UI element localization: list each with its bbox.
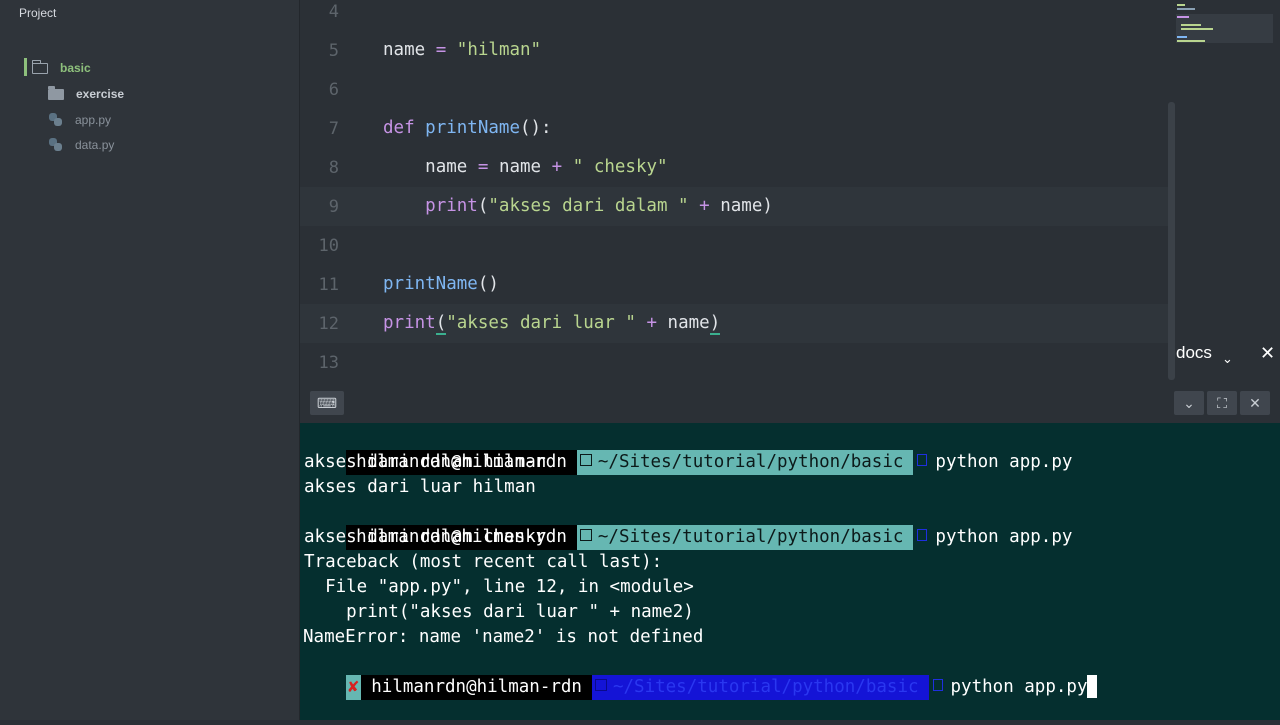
prompt-command: python app.py [935,452,1073,472]
code-line: 13 [300,343,1168,382]
terminal-output-line: akses dari luar hilman [304,477,536,497]
close-icon[interactable]: ✕ [1240,391,1270,415]
docs-label: docs [1176,343,1212,362]
code-text: def printName(): [383,118,552,138]
chevron-down-icon[interactable]: ⌄ [1222,351,1233,367]
terminal-toolbar: ⌨ ⌄ ⛶ ✕ [300,383,1280,423]
line-number: 8 [328,158,339,178]
sidebar-title: Project [19,6,57,20]
python-file-icon [49,138,63,152]
segment-separator-icon [932,679,943,691]
terminal-prompt-line: hilmanrdn@hilman-rdn ~/Sites/tutorial/pyt… [304,425,1072,475]
code-editor[interactable]: 4 5 name = "hilman" 6 7 def printName():… [300,0,1168,383]
minimap[interactable] [1175,0,1280,383]
code-text: printName() [383,274,499,294]
project-sidebar: Project basic exercise app.py data.py [0,0,300,720]
line-number: 6 [328,80,339,100]
tree-item-label: app.py [75,113,112,127]
terminal-output-line: akses dari dalam hilman [304,452,547,472]
code-line-current: 12 print("akses dari luar " + name) [300,304,1168,343]
terminal-error-line: NameError: name 'name2' is not defined [303,627,704,647]
terminal-prompt-line-error: ✘ hilmanrdn@hilman-rdn ~/Sites/tutorial/p… [304,650,1098,700]
tree-item-data-py[interactable]: data.py [49,135,114,155]
chevron-down-icon[interactable]: ⌄ [1174,391,1204,415]
code-line: 6 [300,70,1168,109]
code-line: 10 [300,226,1168,265]
python-file-icon [49,113,63,127]
terminal-output-line: print("akses dari luar " + name2) [304,602,694,622]
tree-item-label: basic [60,61,91,75]
maximize-icon[interactable]: ⛶ [1207,391,1237,415]
code-text: print("akses dari luar " + name) [383,313,721,335]
tree-item-app-py[interactable]: app.py [49,110,111,130]
text-cursor [1087,674,1098,698]
line-number: 9 [328,197,339,217]
code-text: name = "hilman" [383,40,542,60]
prompt-user: ✘ hilmanrdn@hilman-rdn [346,675,592,700]
prompt-command: python app.py [935,527,1073,547]
line-number: 13 [318,353,339,373]
line-number: 5 [328,41,339,61]
terminal-output-line: akses dari dalam chesky [304,527,547,547]
tree-item-basic[interactable]: basic [31,58,91,78]
selection-indicator [24,58,27,76]
line-number: 7 [328,119,339,139]
line-number: 4 [328,2,339,22]
code-line: 4 [300,0,1168,31]
segment-separator-icon [917,454,928,466]
folder-open-icon [31,59,48,74]
tree-item-label: data.py [75,138,115,152]
terminal-panel[interactable]: hilmanrdn@hilman-rdn ~/Sites/tutorial/pyt… [300,423,1280,720]
editor-scrollbar[interactable] [1168,102,1175,380]
prompt-path: ~/Sites/tutorial/python/basic [576,450,914,475]
terminal-prompt-line: hilmanrdn@hilman-rdn ~/Sites/tutorial/pyt… [304,500,1072,550]
square-icon [579,454,592,466]
docs-panel-header[interactable]: docs ⌄ ✕ [1176,343,1280,373]
code-line: 11 printName() [300,265,1168,304]
segment-separator-icon [917,529,928,541]
prompt-path: ~/Sites/tutorial/python/basic [576,525,914,550]
square-icon [579,529,592,541]
square-icon [594,679,607,691]
code-text: name = name + " chesky" [425,157,668,177]
code-line: 7 def printName(): [300,109,1168,148]
error-x-icon: ✘ [346,675,361,700]
line-number: 10 [318,236,339,256]
code-line: 8 name = name + " chesky" [300,148,1168,187]
code-line-current: 9 print("akses dari dalam " + name) [300,187,1168,226]
keyboard-icon[interactable]: ⌨ [310,391,344,415]
tree-item-label: exercise [76,87,125,101]
line-number: 11 [318,275,339,295]
code-line: 5 name = "hilman" [300,31,1168,70]
prompt-command: python app.py [950,677,1088,697]
line-number: 12 [318,314,339,334]
code-text: print("akses dari dalam " + name) [425,196,773,216]
terminal-output-line: Traceback (most recent call last): [304,552,663,572]
terminal-output-line: File "app.py", line 12, in <module> [304,577,694,597]
close-icon[interactable]: ✕ [1260,343,1275,364]
folder-icon [48,85,64,100]
tree-item-exercise[interactable]: exercise [48,84,124,104]
prompt-path: ~/Sites/tutorial/python/basic [591,675,929,700]
